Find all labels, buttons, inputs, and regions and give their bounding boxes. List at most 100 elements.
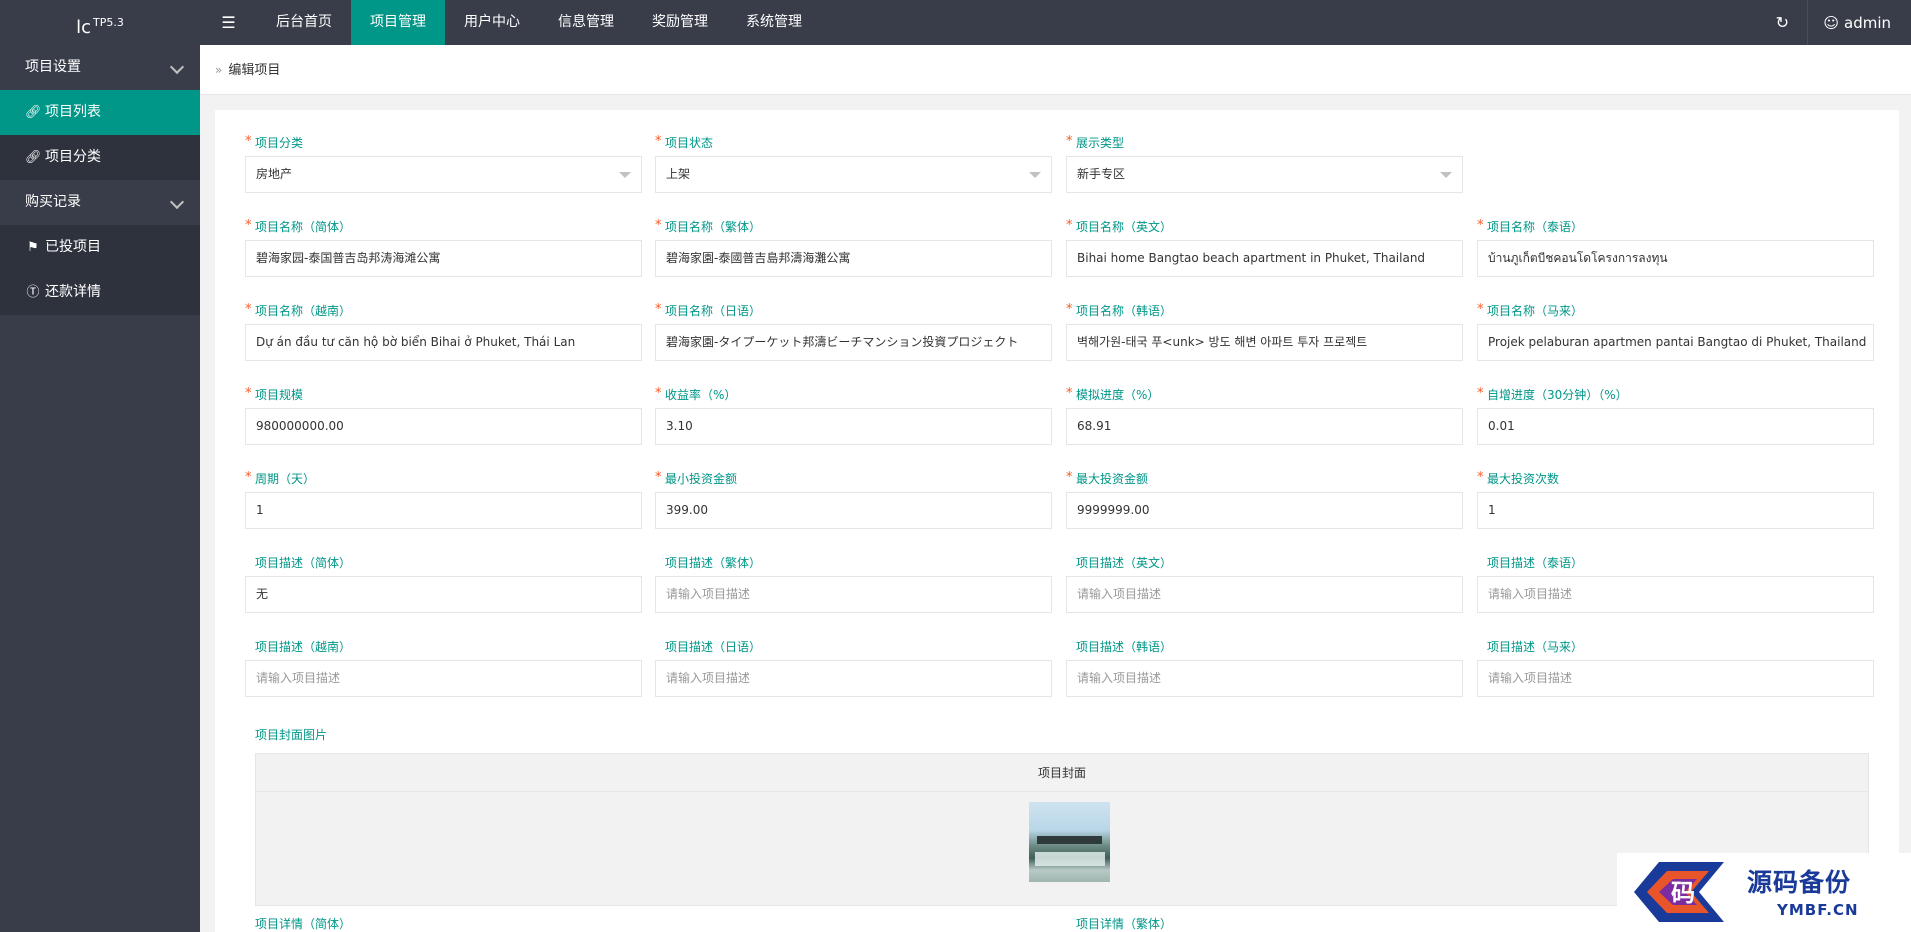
sidebar-item-invested-projects[interactable]: ⚑ 已投项目 [0, 225, 200, 270]
name-en-label: 项目名称（英文） [1076, 220, 1173, 234]
app-logo[interactable]: lc TP5.3 [0, 0, 200, 45]
watermark-badge-char: 码 [1671, 878, 1695, 907]
period-label: 周期（天） [255, 472, 316, 486]
status-field: * 项目状态 上架 [655, 134, 1055, 193]
sidebar-item-project-list[interactable]: 🔗︎ 项目列表 [0, 90, 200, 135]
desc-ms-input[interactable]: 请输入项目描述 [1477, 660, 1874, 697]
display-type-select[interactable]: 新手专区 [1066, 156, 1463, 193]
name-th-field: * 项目名称（泰语） บ้านภูเก็ตบีชคอนโดโครงการลงทุน [1477, 218, 1874, 277]
desc-ko-input[interactable]: 请输入项目描述 [1066, 660, 1463, 697]
status-select[interactable]: 上架 [655, 156, 1052, 193]
refresh-icon[interactable]: ↻ [1757, 13, 1807, 32]
max-invest-field: * 最大投资金额 9999999.00 [1066, 470, 1463, 529]
desc-ms-label: 项目描述（马来） [1487, 640, 1584, 654]
link-icon: 🔗︎ [25, 150, 42, 165]
sidebar-item-project-category[interactable]: 🔗︎ 项目分类 [0, 135, 200, 180]
chevron-down-icon [170, 180, 184, 225]
user-menu[interactable]: ☺ admin [1807, 0, 1911, 45]
sidebar-item-repayment-details[interactable]: Ⓣ 还款详情 [0, 270, 200, 315]
name-en-field: * 项目名称（英文） Bihai home Bangtao beach apart… [1066, 218, 1463, 277]
tab-info-management[interactable]: 信息管理 [539, 0, 633, 45]
scale-label: 项目规模 [255, 388, 304, 402]
cover-header: 项目封面 [256, 754, 1868, 792]
detail-zh-cn-label: 项目详情（简体） [255, 917, 352, 931]
name-zh-tw-label: 项目名称（繁体） [665, 220, 762, 234]
yield-input[interactable]: 3.10 [655, 408, 1052, 445]
detail-zh-tw-label: 项目详情（繁体） [1076, 917, 1173, 931]
name-vi-input[interactable]: Dự án đầu tư căn hộ bờ biển Bihai ở Phuk… [245, 324, 642, 361]
sidebar: lc TP5.3 项目设置 🔗︎ 项目列表 🔗︎ 项目分类 购买记录 ⚑ 已投项目 Ⓣ 还… [0, 0, 200, 932]
tab-project-management[interactable]: 项目管理 [351, 0, 445, 45]
desc-ja-label: 项目描述（日语） [665, 640, 762, 654]
max-times-input[interactable]: 1 [1477, 492, 1874, 529]
desc-vi-field: 项目描述（越南） 请输入项目描述 [245, 639, 642, 697]
max-invest-label: 最大投资金额 [1076, 472, 1149, 486]
detail-zh-cn-field: 项目详情（简体） [245, 916, 351, 932]
max-invest-input[interactable]: 9999999.00 [1066, 492, 1463, 529]
cover-thumbnail-image[interactable] [1029, 802, 1110, 882]
desc-zh-cn-input[interactable]: 无 [245, 576, 642, 613]
menu-icon[interactable]: ☰ [200, 0, 257, 45]
dollar-icon: Ⓣ [26, 285, 40, 300]
sim-progress-input[interactable]: 68.91 [1066, 408, 1463, 445]
category-field: * 项目分类 房地产 [245, 134, 645, 193]
edit-project-form: * 项目分类 房地产 * 项目状态 上架 * 展示类型 新手专区 * 项目名称（简体） … [215, 110, 1899, 932]
scale-field: * 项目规模 980000000.00 [245, 386, 642, 445]
sidebar-item-label: 已投项目 [45, 239, 101, 255]
period-input[interactable]: 1 [245, 492, 642, 529]
detail-zh-tw-field: 项目详情（繁体） [1066, 916, 1172, 932]
caret-down-icon [1029, 172, 1041, 178]
name-en-input[interactable]: Bihai home Bangtao beach apartment in Ph… [1066, 240, 1463, 277]
desc-en-input[interactable]: 请输入项目描述 [1066, 576, 1463, 613]
tab-user-center[interactable]: 用户中心 [445, 0, 539, 45]
desc-en-field: 项目描述（英文） 请输入项目描述 [1066, 555, 1463, 613]
category-select[interactable]: 房地产 [245, 156, 642, 193]
scale-input[interactable]: 980000000.00 [245, 408, 642, 445]
flag-icon: ⚑ [27, 240, 39, 255]
name-ms-field: * 项目名称（马来） Projek pelaburan apartmen pant… [1477, 302, 1874, 361]
chevron-down-icon [170, 45, 184, 90]
status-label: 项目状态 [665, 136, 714, 150]
desc-zh-cn-label: 项目描述（简体） [255, 556, 352, 570]
version-badge: TP5.3 [93, 16, 124, 29]
desc-en-label: 项目描述（英文） [1076, 556, 1173, 570]
status-value: 上架 [666, 167, 691, 181]
desc-ko-label: 项目描述（韩语） [1076, 640, 1173, 654]
display-type-field: * 展示类型 新手专区 [1066, 134, 1466, 193]
watermark-logo: 码 [1634, 862, 1724, 922]
desc-ja-input[interactable]: 请输入项目描述 [655, 660, 1052, 697]
auto-progress-input[interactable]: 0.01 [1477, 408, 1874, 445]
user-icon: ☺ [1823, 13, 1839, 32]
desc-zh-tw-input[interactable]: 请输入项目描述 [655, 576, 1052, 613]
auto-progress-label: 自增进度（30分钟）（%） [1487, 388, 1628, 402]
display-type-value: 新手专区 [1077, 167, 1126, 181]
desc-th-input[interactable]: 请输入项目描述 [1477, 576, 1874, 613]
name-zh-tw-input[interactable]: 碧海家園-泰國普吉島邦濤海灘公寓 [655, 240, 1052, 277]
name-ja-label: 项目名称（日语） [665, 304, 762, 318]
sidebar-group-project-settings[interactable]: 项目设置 [0, 45, 200, 90]
top-navbar: ☰ 后台首页 项目管理 用户中心 信息管理 奖励管理 系统管理 ↻ ☺ admi… [200, 0, 1911, 45]
name-ko-field: * 项目名称（韩语） 벽해가원-태국 푸<unk> 방도 해변 아파트 투자 프로… [1066, 302, 1463, 361]
desc-zh-tw-label: 项目描述（繁体） [665, 556, 762, 570]
desc-vi-input[interactable]: 请输入项目描述 [245, 660, 642, 697]
name-vi-label: 项目名称（越南） [255, 304, 352, 318]
name-th-input[interactable]: บ้านภูเก็ตบีชคอนโดโครงการลงทุน [1477, 240, 1874, 277]
tab-reward-management[interactable]: 奖励管理 [633, 0, 727, 45]
sidebar-group-purchase-records[interactable]: 购买记录 [0, 180, 200, 225]
breadcrumb: » 编辑项目 [200, 45, 1911, 95]
desc-th-label: 项目描述（泰语） [1487, 556, 1584, 570]
name-ja-input[interactable]: 碧海家園-タイプーケット邦濤ビーチマンション投資プロジェクト [655, 324, 1052, 361]
min-invest-input[interactable]: 399.00 [655, 492, 1052, 529]
name-ko-input[interactable]: 벽해가원-태국 푸<unk> 방도 해변 아파트 투자 프로젝트 [1066, 324, 1463, 361]
sim-progress-field: * 模拟进度（%） 68.91 [1066, 386, 1463, 445]
name-zh-cn-input[interactable]: 碧海家园-泰国普吉岛邦涛海滩公寓 [245, 240, 642, 277]
max-times-label: 最大投资次数 [1487, 472, 1560, 486]
name-ms-input[interactable]: Projek pelaburan apartmen pantai Bangtao… [1477, 324, 1874, 361]
category-value: 房地产 [256, 167, 293, 181]
tab-dashboard[interactable]: 后台首页 [257, 0, 351, 45]
yield-field: * 收益率（%） 3.10 [655, 386, 1052, 445]
desc-ko-field: 项目描述（韩语） 请输入项目描述 [1066, 639, 1463, 697]
desc-vi-label: 项目描述（越南） [255, 640, 352, 654]
tab-system-management[interactable]: 系统管理 [727, 0, 821, 45]
name-zh-tw-field: * 项目名称（繁体） 碧海家園-泰國普吉島邦濤海灘公寓 [655, 218, 1052, 277]
